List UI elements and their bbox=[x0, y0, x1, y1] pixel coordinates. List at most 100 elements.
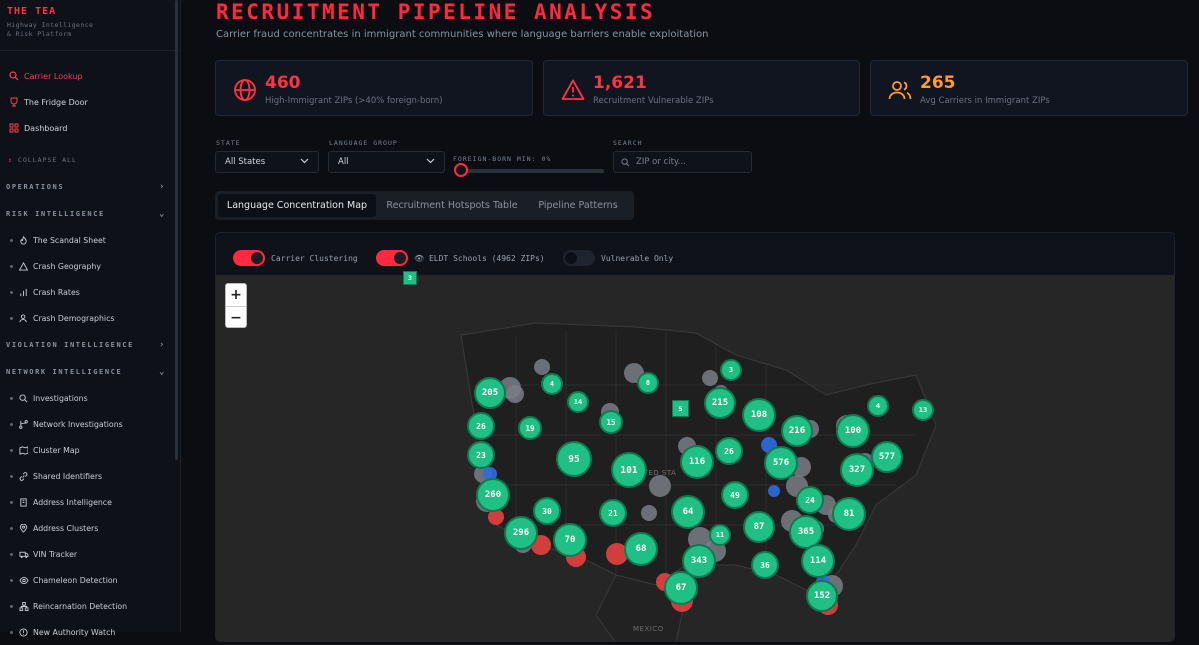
section-risk-intelligence[interactable]: RISK INTELLIGENCE ⌄ bbox=[0, 200, 180, 227]
vulnerable-only-label: Vulnerable Only bbox=[601, 254, 674, 263]
map-cluster[interactable]: 70 bbox=[553, 523, 587, 557]
section-violation-intelligence[interactable]: VIOLATION INTELLIGENCE › bbox=[0, 331, 180, 358]
sidebar-item-chameleon-detection[interactable]: Chameleon Detection bbox=[0, 567, 180, 593]
sidebar-item-cluster-map[interactable]: Cluster Map bbox=[0, 437, 180, 463]
sidebar-item-new-authority-watch[interactable]: New Authority Watch bbox=[0, 619, 180, 645]
language-select[interactable]: All bbox=[328, 151, 445, 173]
map-cluster[interactable]: 30 bbox=[533, 497, 561, 525]
sidebar-item-shared-identifiers[interactable]: Shared Identifiers bbox=[0, 463, 180, 489]
map-cluster[interactable]: 68 bbox=[624, 532, 658, 566]
eldt-schools-toggle[interactable] bbox=[376, 250, 408, 266]
map-cluster[interactable]: 4 bbox=[541, 373, 563, 395]
chevron-right-icon: › bbox=[158, 339, 166, 350]
carrier-clustering-toggle[interactable] bbox=[233, 250, 265, 266]
bullet bbox=[10, 474, 13, 478]
map-cluster[interactable]: 26 bbox=[467, 412, 495, 440]
map-marker[interactable] bbox=[649, 475, 671, 497]
map-cluster[interactable]: 205 bbox=[474, 377, 506, 409]
map-school-marker[interactable]: 5 bbox=[672, 400, 689, 417]
map-cluster[interactable]: 216 bbox=[781, 415, 813, 447]
map-cluster[interactable]: 23 bbox=[467, 441, 495, 469]
bullet bbox=[10, 630, 13, 634]
map-cluster[interactable]: 36 bbox=[751, 551, 779, 579]
sidebar-item-reincarnation-detection[interactable]: Reincarnation Detection bbox=[0, 593, 180, 619]
map-cluster[interactable]: 215 bbox=[704, 387, 736, 419]
map-cluster[interactable]: 64 bbox=[671, 495, 705, 529]
foreign-born-slider-thumb[interactable] bbox=[454, 163, 468, 177]
map-cluster[interactable]: 101 bbox=[611, 452, 647, 488]
map-cluster[interactable]: 108 bbox=[742, 398, 776, 432]
map-cluster[interactable]: 14 bbox=[567, 391, 589, 413]
map-cluster[interactable]: 4 bbox=[867, 395, 889, 417]
map-cluster[interactable]: 24 bbox=[796, 486, 824, 514]
map-cluster[interactable]: 100 bbox=[836, 414, 870, 448]
map-cluster[interactable]: 21 bbox=[599, 499, 627, 527]
vulnerable-only-toggle[interactable] bbox=[563, 250, 595, 266]
map-cluster[interactable]: 296 bbox=[504, 516, 538, 550]
foreign-born-slider-track[interactable] bbox=[460, 169, 604, 173]
sidebar-item-scandal-sheet[interactable]: The Scandal Sheet bbox=[0, 227, 180, 253]
map-cluster[interactable]: 15 bbox=[599, 410, 623, 434]
map-cluster[interactable]: 87 bbox=[743, 511, 775, 543]
map-marker[interactable] bbox=[641, 505, 657, 521]
map-marker[interactable] bbox=[506, 385, 524, 403]
sidebar-item-network-investigations[interactable]: Network Investigations bbox=[0, 411, 180, 437]
map-cluster[interactable]: 576 bbox=[764, 446, 798, 480]
users-icon bbox=[888, 78, 912, 102]
eldt-schools-text: ELDT Schools (4962 ZIPs) bbox=[428, 254, 545, 263]
map-cluster[interactable]: 81 bbox=[832, 497, 866, 531]
sidebar-item-crash-geography[interactable]: Crash Geography bbox=[0, 253, 180, 279]
sidebar-scrollbar[interactable] bbox=[175, 0, 178, 460]
map-cluster[interactable]: 67 bbox=[664, 571, 698, 605]
sidebar-item-address-intelligence[interactable]: Address Intelligence bbox=[0, 489, 180, 515]
section-network-intelligence[interactable]: NETWORK INTELLIGENCE ⌄ bbox=[0, 358, 180, 385]
map-cluster[interactable]: 116 bbox=[680, 445, 714, 479]
map-marker[interactable] bbox=[768, 485, 780, 497]
sidebar-item-vin-tracker[interactable]: VIN Tracker bbox=[0, 541, 180, 567]
map-cluster[interactable]: 13 bbox=[912, 399, 934, 421]
sidebar-item-crash-demographics[interactable]: Crash Demographics bbox=[0, 305, 180, 331]
top-nav: Carrier Lookup The Fridge Door Dashboard bbox=[0, 51, 180, 141]
map-cluster[interactable]: 11 bbox=[709, 524, 731, 546]
search-label: SEARCH bbox=[613, 139, 643, 147]
map-card: Carrier Clustering 👁 ELDT Schools (4962 … bbox=[215, 232, 1175, 642]
page-subtitle: Carrier fraud concentrates in immigrant … bbox=[216, 29, 709, 40]
map-cluster[interactable]: 577 bbox=[871, 441, 903, 473]
nav-carrier-lookup[interactable]: Carrier Lookup bbox=[0, 63, 180, 89]
section-operations[interactable]: OPERATIONS › bbox=[0, 173, 180, 200]
map-marker[interactable] bbox=[702, 370, 718, 386]
sidebar-item-investigations[interactable]: Investigations bbox=[0, 385, 180, 411]
sidebar-item-crash-rates[interactable]: Crash Rates bbox=[0, 279, 180, 305]
bullet bbox=[10, 264, 13, 268]
map-cluster[interactable]: 95 bbox=[556, 441, 592, 477]
map-cluster[interactable]: 260 bbox=[476, 478, 510, 512]
tab-pipeline-patterns[interactable]: Pipeline Patterns bbox=[527, 194, 629, 217]
map-cluster[interactable]: 3 bbox=[720, 359, 742, 381]
map-school-marker[interactable]: 3 bbox=[403, 271, 417, 285]
tab-language-map[interactable]: Language Concentration Map bbox=[218, 194, 376, 217]
bullet bbox=[10, 396, 13, 400]
nav-fridge-door[interactable]: The Fridge Door bbox=[0, 89, 180, 115]
zoom-in-button[interactable]: + bbox=[226, 284, 246, 306]
map-cluster[interactable]: 26 bbox=[715, 437, 743, 465]
sidebar-item-address-clusters[interactable]: Address Clusters bbox=[0, 515, 180, 541]
nav-dashboard[interactable]: Dashboard bbox=[0, 115, 180, 141]
map-canvas[interactable]: + − ITED STA MEXICO 3 5 205 4 8 3 14 215… bbox=[216, 271, 1174, 641]
tab-hotspots-table[interactable]: Recruitment Hotspots Table bbox=[379, 194, 525, 217]
bullet bbox=[10, 552, 13, 556]
state-filter-label: STATE bbox=[216, 139, 241, 147]
state-select[interactable]: All States bbox=[215, 151, 319, 173]
map-cluster[interactable]: 19 bbox=[518, 416, 542, 440]
globe-icon bbox=[233, 78, 257, 102]
map-cluster[interactable]: 114 bbox=[801, 544, 835, 578]
search-input[interactable]: ZIP or city... bbox=[613, 151, 752, 173]
zoom-out-button[interactable]: − bbox=[226, 307, 246, 329]
map-cluster[interactable]: 8 bbox=[637, 372, 659, 394]
map-cluster[interactable]: 327 bbox=[840, 453, 874, 487]
collapse-all-button[interactable]: ⇕ COLLAPSE ALL bbox=[0, 147, 180, 173]
branch-icon bbox=[18, 419, 29, 430]
stat-card-avg-carriers: 265 Avg Carriers in Immigrant ZIPs bbox=[870, 60, 1188, 116]
map-cluster[interactable]: 49 bbox=[721, 481, 749, 509]
map-cluster[interactable]: 152 bbox=[806, 580, 838, 612]
nav-label: The Fridge Door bbox=[24, 97, 88, 107]
